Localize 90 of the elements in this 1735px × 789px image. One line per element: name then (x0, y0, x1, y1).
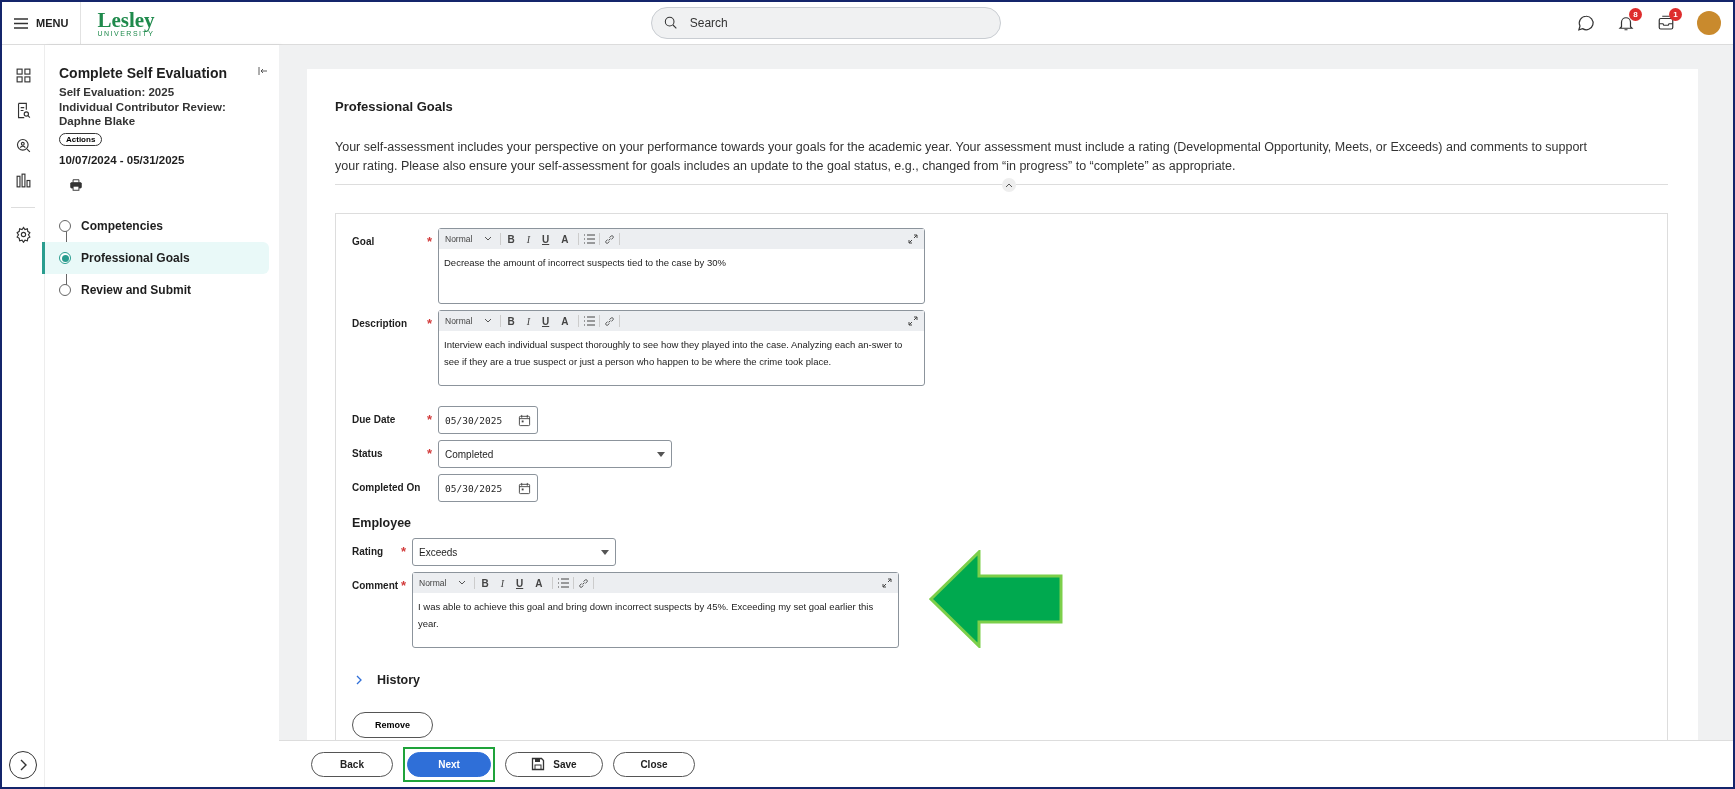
employee-heading: Employee (352, 516, 413, 530)
bar-chart-icon[interactable] (14, 172, 32, 189)
search-icon[interactable] (662, 15, 679, 31)
search-field[interactable]: Search (650, 7, 1001, 39)
format-button[interactable]: B (501, 233, 521, 245)
format-button[interactable]: I (520, 315, 536, 327)
inbox-icon[interactable] (1657, 14, 1675, 32)
chevron-up-icon[interactable] (1004, 182, 1013, 188)
link-icon[interactable] (578, 577, 590, 589)
avatar[interactable] (1697, 11, 1721, 35)
date-field[interactable]: 05/30/2025 (438, 406, 538, 434)
field-label: Description (352, 318, 407, 329)
field-label: Goal (352, 236, 375, 247)
format-button[interactable]: A (529, 577, 549, 589)
menu-icon[interactable] (14, 17, 28, 29)
expand-icon[interactable] (882, 578, 892, 588)
format-button[interactable]: U (536, 315, 556, 327)
chevron-down-icon[interactable] (484, 236, 493, 242)
expand-button[interactable] (9, 751, 37, 779)
inbox-badge: 1 (1669, 8, 1682, 21)
format-button[interactable]: U (536, 233, 556, 245)
action-button[interactable]: Close (613, 751, 695, 777)
menu-button[interactable]: MENU (2, 2, 82, 44)
save-button[interactable]: Save (505, 751, 603, 777)
action-button[interactable]: Next (407, 751, 491, 777)
editor-text: Decrease the amount of incorrect suspects tied to the case by 30% (443, 256, 727, 270)
rich-text-editor[interactable]: Normal B I U A I was able to achieve this goal and bring down incorrect suspects by 45%. Exceeding my set goal earlier this year. (412, 572, 899, 648)
style-dropdown[interactable]: Normal (439, 315, 502, 327)
chevron-right-icon[interactable] (18, 759, 28, 771)
calendar-icon[interactable] (518, 481, 531, 495)
link-icon[interactable] (604, 233, 616, 245)
task-subtitle: Self Evaluation: 2025 (58, 85, 176, 99)
required-icon: * (426, 236, 432, 247)
field-label: Comment (352, 580, 399, 591)
settings-icon[interactable] (14, 226, 32, 243)
format-button[interactable]: B (475, 577, 495, 589)
calendar-icon[interactable] (518, 413, 531, 427)
date-range: 10/07/2024 - 05/31/2025 (58, 154, 186, 166)
dropdown-icon[interactable] (657, 451, 665, 457)
history-toggle[interactable]: History (352, 672, 427, 688)
select-field[interactable]: Completed (438, 440, 672, 468)
required-icon: * (426, 414, 432, 425)
step-item[interactable]: Professional Goals (42, 242, 269, 274)
required-icon: * (426, 448, 432, 459)
rich-text-editor[interactable] (438, 310, 925, 386)
format-button[interactable]: B (501, 315, 521, 327)
style-dropdown[interactable]: Normal (439, 233, 502, 245)
bell-icon[interactable] (1617, 14, 1635, 32)
grid-icon[interactable] (14, 67, 32, 84)
search-person-icon[interactable] (14, 137, 32, 154)
format-button[interactable]: A (555, 233, 575, 245)
chat-icon[interactable] (1577, 14, 1595, 32)
expand-icon[interactable] (908, 316, 918, 326)
link-icon[interactable] (604, 315, 616, 327)
field-label: Status (352, 448, 383, 459)
rich-text-editor[interactable]: Normal B I U A Decrease the amount of incorrect suspects tied to the case by 30% (438, 228, 925, 304)
date-field[interactable]: 05/30/2025 (438, 474, 538, 502)
step-item[interactable]: Competencies (42, 210, 269, 242)
field-label: Due Date (352, 414, 396, 425)
chevron-down-icon[interactable] (484, 318, 493, 324)
field-label: Completed On (352, 482, 421, 493)
remove-button[interactable]: Remove (352, 712, 433, 738)
format-button[interactable]: I (494, 577, 510, 589)
review-name: Individual Contributor Review: Daphne Blake (58, 100, 227, 128)
collapse-icon[interactable] (257, 65, 269, 77)
print-icon[interactable] (69, 178, 83, 192)
actions-button[interactable]: Actions (59, 133, 103, 146)
save-icon[interactable] (531, 757, 546, 771)
section-description: Your self-assessment includes your perspective on your performance towards your goals for the academic year. Your assessment must include a rating (Developmental Opportunity, Meets, or Exceeds) and comments to support your rating. Please also ensure your self-assessment for goals includes an update to the goal status, e.g., changed from “in progress” to “complete” as appropriate. (335, 139, 1588, 175)
required-icon: * (400, 580, 406, 591)
expand-icon[interactable] (908, 234, 918, 244)
required-icon: * (400, 546, 406, 557)
editor-text: I was able to achieve this goal and bring down incorrect suspects by 45%. Exceeding my set goal earlier this year. (417, 600, 875, 631)
required-icon: * (426, 318, 432, 329)
field-label: Rating (352, 546, 384, 557)
action-button[interactable]: Back (311, 751, 393, 777)
dropdown-icon[interactable] (601, 549, 609, 555)
format-button[interactable]: U (510, 577, 530, 589)
select-field[interactable]: Exceeds (412, 538, 616, 566)
style-dropdown[interactable]: Normal (413, 577, 476, 589)
task-title: Complete Self Evaluation (59, 65, 229, 81)
notification-badge: 8 (1629, 8, 1642, 21)
section-title: Professional Goals (335, 99, 454, 114)
step-item[interactable]: Review and Submit (42, 274, 269, 306)
collapse-button[interactable] (1001, 178, 1016, 192)
chevron-down-icon[interactable] (458, 580, 467, 586)
editor-text: Interview each individual suspect thoroughly to see how they played into the case. Analyzing each an-swer to see if they are a true suspect or just a person who happen to be where the crime took place. (443, 338, 904, 369)
format-button[interactable]: I (520, 233, 536, 245)
format-button[interactable]: A (555, 315, 575, 327)
logo[interactable]: Lesley (97, 9, 155, 30)
